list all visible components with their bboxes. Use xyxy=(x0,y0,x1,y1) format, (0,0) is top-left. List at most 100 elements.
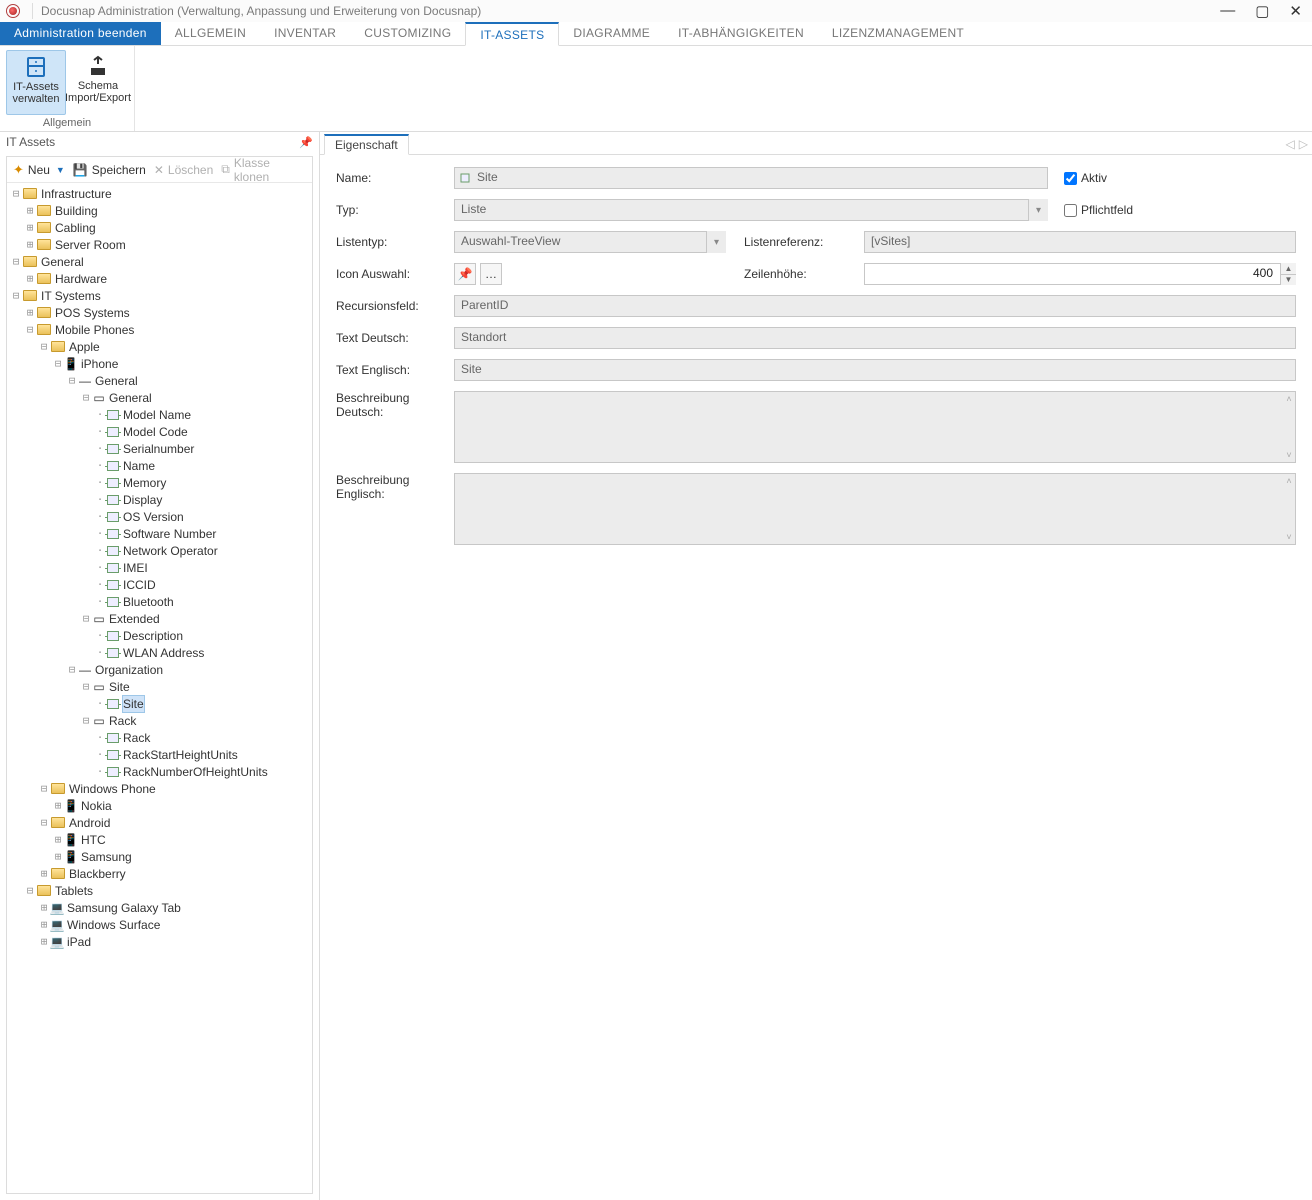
tree-item-serverroom[interactable]: Server Room xyxy=(55,237,126,253)
tree-item-android[interactable]: Android xyxy=(69,815,110,831)
close-button[interactable]: ✕ xyxy=(1285,2,1306,20)
device-icon: 📱 xyxy=(65,358,77,370)
tree-item[interactable]: Software Number xyxy=(123,526,216,542)
tree-item[interactable]: Memory xyxy=(123,475,166,491)
tree-item[interactable]: RackNumberOfHeightUnits xyxy=(123,764,268,780)
label-typ: Typ: xyxy=(336,203,454,217)
ribbon-it-assets-verwalten[interactable]: IT-Assetsverwalten xyxy=(6,50,66,115)
tree-item[interactable]: Serialnumber xyxy=(123,441,194,457)
tree-item-site-field[interactable]: Site xyxy=(123,696,144,712)
listentyp-select[interactable]: Auswahl-TreeView xyxy=(454,231,726,253)
tree-item-pos[interactable]: POS Systems xyxy=(55,305,130,321)
toolbar-speichern[interactable]: 💾 Speichern xyxy=(73,163,146,177)
label-iconauswahl: Icon Auswahl: xyxy=(336,267,454,281)
spin-down-icon[interactable]: ▼ xyxy=(1280,275,1296,286)
tree-item[interactable]: Display xyxy=(123,492,162,508)
asset-tree[interactable]: ⊟Infrastructure ⊞Building ⊞Cabling ⊞Serv… xyxy=(7,183,312,1193)
spin-up-icon[interactable]: ▲ xyxy=(1280,263,1296,275)
beschreibung-deutsch-textarea[interactable] xyxy=(454,391,1296,463)
tree-item[interactable]: Rack xyxy=(123,730,150,746)
tree-item-samsung[interactable]: Samsung xyxy=(81,849,132,865)
tree-item-organization[interactable]: Organization xyxy=(95,662,163,678)
icon-auswahl-pin[interactable]: 📌 xyxy=(454,263,476,285)
tab-eigenschaft[interactable]: Eigenschaft xyxy=(324,134,409,155)
save-icon: 💾 xyxy=(73,163,88,177)
recursionsfeld-input[interactable]: ParentID xyxy=(454,295,1296,317)
tree-item-blackberry[interactable]: Blackberry xyxy=(69,866,126,882)
pflichtfeld-checkbox[interactable]: Pflichtfeld xyxy=(1064,203,1133,217)
tree-item[interactable]: OS Version xyxy=(123,509,184,525)
ribbon-schema-import-export[interactable]: SchemaImport/Export xyxy=(68,50,128,115)
typ-select[interactable]: Liste xyxy=(454,199,1048,221)
tab-administration-beenden[interactable]: Administration beenden xyxy=(0,22,161,45)
scroll-up-icon[interactable]: ˄ xyxy=(1282,474,1296,488)
beschreibung-englisch-textarea[interactable] xyxy=(454,473,1296,545)
listenreferenz-input[interactable]: [vSites] xyxy=(864,231,1296,253)
tree-item[interactable]: Network Operator xyxy=(123,543,218,559)
scroll-up-icon[interactable]: ˄ xyxy=(1282,392,1296,406)
label-name: Name: xyxy=(336,171,454,185)
zeilenhoehe-input[interactable]: 400 xyxy=(864,263,1296,285)
tree-item-galaxy[interactable]: Samsung Galaxy Tab xyxy=(67,900,181,916)
tree-item-tablets[interactable]: Tablets xyxy=(55,883,93,899)
tree-toolbar: ✦ Neu ▼ 💾 Speichern ✕ Löschen ⧉ Klasse k… xyxy=(7,157,312,183)
tree-item-nokia[interactable]: Nokia xyxy=(81,798,112,814)
scroll-down-icon[interactable]: ˅ xyxy=(1282,448,1296,462)
tree-item[interactable]: Description xyxy=(123,628,183,644)
maximize-button[interactable]: ▢ xyxy=(1251,2,1273,20)
prop-nav-prev-icon[interactable]: ◁ xyxy=(1286,137,1295,151)
aktiv-checkbox[interactable]: Aktiv xyxy=(1064,171,1107,185)
tree-item-apple[interactable]: Apple xyxy=(69,339,100,355)
name-input[interactable]: Site xyxy=(454,167,1048,189)
tree-item[interactable]: ICCID xyxy=(123,577,156,593)
tree-item-windows-phone[interactable]: Windows Phone xyxy=(69,781,156,797)
tree-item-general-group[interactable]: General xyxy=(109,390,152,406)
pin-icon[interactable]: 📌 xyxy=(299,136,313,149)
tab-customizing[interactable]: CUSTOMIZING xyxy=(350,22,465,45)
ribbon-label: SchemaImport/Export xyxy=(65,80,131,104)
tree-item-extended[interactable]: Extended xyxy=(109,611,160,627)
chevron-down-icon[interactable]: ▾ xyxy=(706,231,726,253)
tree-item[interactable]: Bluetooth xyxy=(123,594,174,610)
tree-item-building[interactable]: Building xyxy=(55,203,98,219)
tree-item-iphone[interactable]: iPhone xyxy=(81,356,118,372)
tree-item-cabling[interactable]: Cabling xyxy=(55,220,96,236)
minimize-button[interactable]: — xyxy=(1216,2,1239,20)
left-pane-title: IT Assets xyxy=(6,135,55,149)
property-form: Name: Site Aktiv Typ: Liste ▾ xyxy=(320,155,1312,567)
icon-auswahl-more[interactable]: … xyxy=(480,263,502,285)
tree-item-mobile[interactable]: Mobile Phones xyxy=(55,322,134,338)
textenglisch-input[interactable]: Site xyxy=(454,359,1296,381)
tree-item[interactable]: Model Code xyxy=(123,424,188,440)
toolbar-klasse-klonen: ⧉ Klasse klonen xyxy=(221,156,306,184)
app-icon xyxy=(6,4,20,18)
tree-item[interactable]: Name xyxy=(123,458,155,474)
tree-item-infrastructure[interactable]: Infrastructure xyxy=(41,186,112,202)
tree-item-ipad[interactable]: iPad xyxy=(67,934,91,950)
cabinet-icon xyxy=(23,55,49,79)
tree-item-general[interactable]: General xyxy=(41,254,84,270)
chevron-down-icon: ▼ xyxy=(56,165,65,175)
tab-it-assets[interactable]: IT-ASSETS xyxy=(465,22,559,46)
tree-item[interactable]: Model Name xyxy=(123,407,191,423)
tab-allgemein[interactable]: ALLGEMEIN xyxy=(161,22,260,45)
prop-nav-next-icon[interactable]: ▷ xyxy=(1299,137,1308,151)
tree-item-htc[interactable]: HTC xyxy=(81,832,106,848)
toolbar-neu[interactable]: ✦ Neu ▼ xyxy=(13,162,65,178)
tree-item-surface[interactable]: Windows Surface xyxy=(67,917,160,933)
tab-diagramme[interactable]: DIAGRAMME xyxy=(559,22,664,45)
tab-lizenzmanagement[interactable]: LIZENZMANAGEMENT xyxy=(818,22,978,45)
tree-item[interactable]: RackStartHeightUnits xyxy=(123,747,238,763)
tree-item[interactable]: IMEI xyxy=(123,560,148,576)
tab-it-abhaengigkeiten[interactable]: IT-ABHÄNGIGKEITEN xyxy=(664,22,818,45)
tree-item-general-section[interactable]: General xyxy=(95,373,138,389)
tree-item-site-group[interactable]: Site xyxy=(109,679,130,695)
tree-item[interactable]: WLAN Address xyxy=(123,645,204,661)
tab-inventar[interactable]: INVENTAR xyxy=(260,22,350,45)
chevron-down-icon[interactable]: ▾ xyxy=(1028,199,1048,221)
tree-item-hardware[interactable]: Hardware xyxy=(55,271,107,287)
tree-item-itsystems[interactable]: IT Systems xyxy=(41,288,101,304)
tree-item-rack-group[interactable]: Rack xyxy=(109,713,136,729)
textdeutsch-input[interactable]: Standort xyxy=(454,327,1296,349)
scroll-down-icon[interactable]: ˅ xyxy=(1282,530,1296,544)
